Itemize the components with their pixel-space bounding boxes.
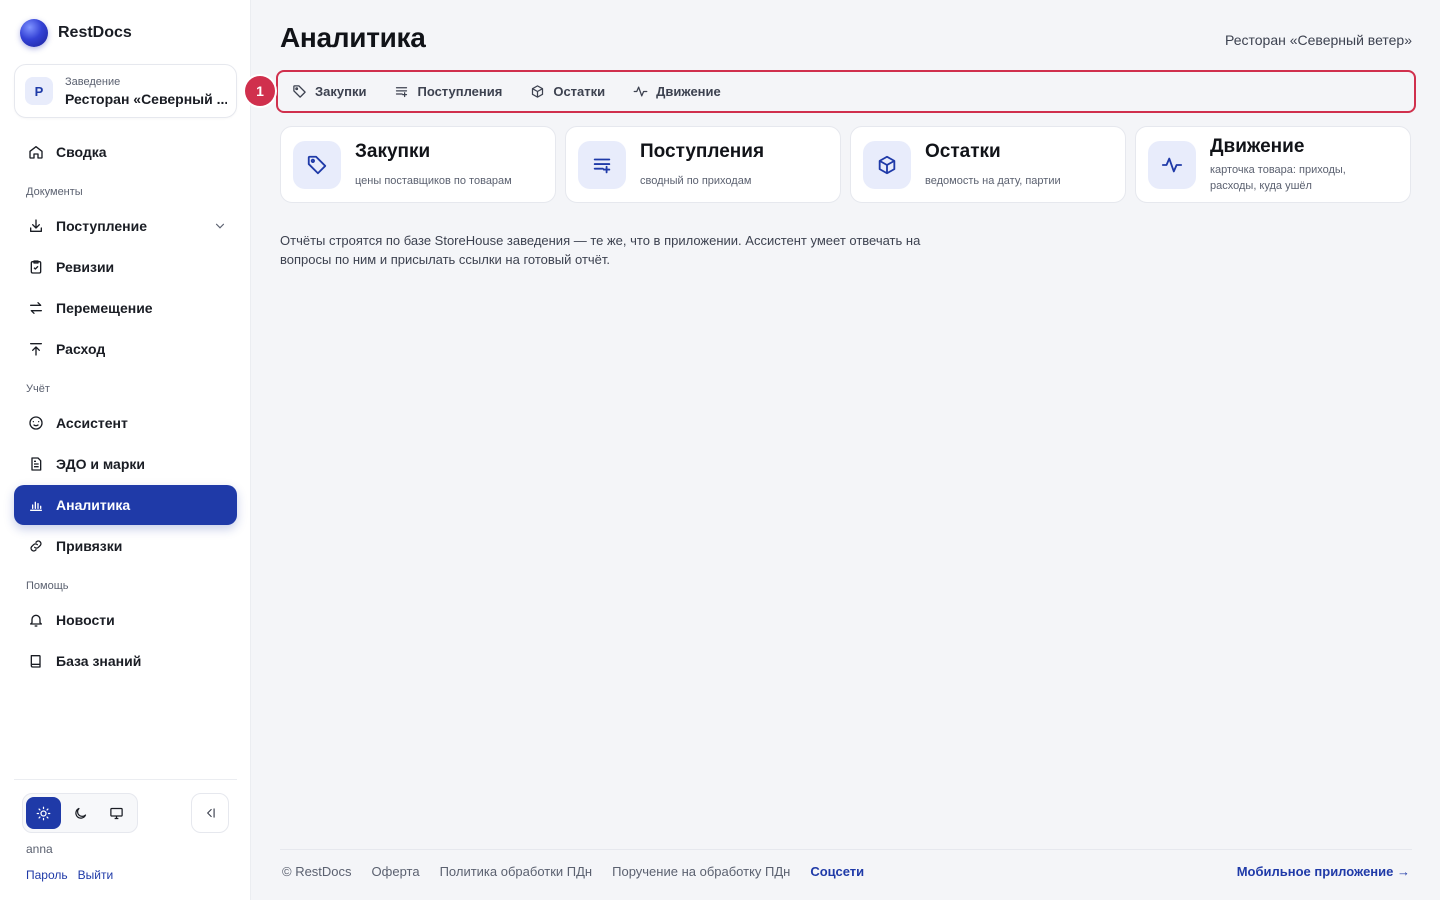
nav-section-accounting: Учёт [26,383,50,395]
tag-icon [307,155,327,174]
sidebar-item-label: Поступление [56,218,148,234]
sidebar-item-analytics[interactable]: Аналитика [14,485,237,525]
sidebar-item-assistant[interactable]: Ассистент [14,403,237,443]
footer-divider [280,849,1412,850]
theme-system-button[interactable] [99,797,134,829]
list-plus-icon [396,86,408,97]
sidebar-divider [14,779,237,780]
footer-link-offer[interactable]: Оферта [372,864,420,879]
brand-logo [20,19,48,47]
tab-label: Закупки [315,83,367,99]
footer-link-processing[interactable]: Поручение на обработку ПДн [612,864,790,879]
venue-selector[interactable]: Р Заведение Ресторан «Северный ... [14,64,237,118]
report-card-movement[interactable]: Движение карточка товара: приходы, расхо… [1135,126,1411,203]
chevron-down-icon[interactable] [213,219,227,233]
tab-balances[interactable]: Остатки [530,84,605,99]
theme-light-button[interactable] [26,797,61,829]
sidebar-item-transfer[interactable]: Перемещение [14,288,237,328]
collapse-sidebar-button[interactable] [191,793,229,833]
sidebar-item-label: Ассистент [56,415,128,431]
bell-icon [30,614,42,627]
sidebar-item-label: ЭДО и марки [56,456,145,472]
card-subtitle: цены поставщиков по товарам [355,174,512,187]
sidebar-item-label: База знаний [56,653,142,669]
list-plus-icon [593,158,611,173]
tab-label: Поступления [417,83,503,99]
clipboard-check-icon [30,260,42,274]
info-text: Отчёты строятся по базе StoreHouse завед… [280,233,921,267]
sun-icon [36,806,51,820]
box-icon [878,155,896,174]
box-icon [532,84,544,98]
header-venue-name: Ресторан «Северный ветер» [1225,32,1412,48]
activity-icon [1161,157,1183,172]
report-card-purchases[interactable]: Закупки цены поставщиков по товарам [280,126,556,203]
sidebar: RestDocs Р Заведение Ресторан «Северный … [0,0,251,900]
tab-label: Остатки [553,83,606,99]
sidebar-item-label: Новости [56,612,115,628]
tab-receipts[interactable]: Поступления [394,84,502,99]
activity-icon [633,86,648,96]
theme-switcher [22,793,138,833]
username: anna [26,842,53,856]
tab-movement[interactable]: Движение [633,84,721,99]
card-title: Остатки [925,140,1001,162]
tab-label: Движение [656,83,721,99]
download-icon [30,219,42,232]
card-title: Движение [1210,135,1305,157]
venue-label: Заведение [65,75,121,88]
card-title: Поступления [640,140,765,162]
tab-purchases[interactable]: Закупки [292,84,366,99]
document-icon [31,457,42,471]
transfer-arrows-icon [30,302,42,314]
sidebar-item-knowledge-base[interactable]: База знаний [14,641,237,681]
card-subtitle: сводный по приходам [640,174,752,187]
analytics-tabs: Закупки Поступления Остатки Движение [292,80,721,102]
link-icon [30,540,42,552]
sidebar-item-news[interactable]: Новости [14,600,237,640]
card-title: Закупки [355,140,431,162]
sidebar-item-receipt[interactable]: Поступление [14,206,237,246]
book-icon [30,655,41,668]
nav-section-documents: Документы [26,186,83,198]
sidebar-item-label: Привязки [56,538,123,554]
footer-link-social[interactable]: Соцсети [810,864,864,879]
monitor-icon [110,807,123,819]
password-link[interactable]: Пароль [26,868,68,882]
bar-chart-icon [30,501,42,511]
venue-name: Ресторан «Северный ... [65,90,227,107]
sidebar-item-label: Аналитика [56,497,131,513]
brand[interactable]: RestDocs [20,19,132,47]
moon-icon [74,807,86,819]
sidebar-item-expense[interactable]: Расход [14,329,237,369]
sidebar-item-label: Ревизии [56,259,115,275]
mobile-app-link[interactable]: Мобильное приложение → [1237,864,1410,879]
brand-name: RestDocs [58,24,132,41]
footer: © RestDocs Оферта Политика обработки ПДн… [282,864,864,879]
collapse-left-icon [207,808,215,818]
upload-icon [30,343,42,356]
report-card-balances[interactable]: Остатки ведомость на дату, партии [850,126,1126,203]
page-title: Аналитика [280,22,426,53]
sidebar-item-label: Расход [56,341,106,357]
assistant-icon [29,416,43,430]
venue-avatar: Р [25,77,53,105]
card-subtitle: карточка товара: приходы, расходы, куда … [1210,163,1346,192]
nav-section-help: Помощь [26,580,69,592]
report-card-receipts[interactable]: Поступления сводный по приходам [565,126,841,203]
footer-copyright: © RestDocs [282,864,352,879]
sidebar-item-links[interactable]: Привязки [14,526,237,566]
sidebar-item-summary[interactable]: Сводка [14,132,237,172]
theme-dark-button[interactable] [63,797,98,829]
annotation-marker: 1 [245,76,275,106]
card-subtitle: ведомость на дату, партии [925,174,1061,187]
sidebar-item-label: Перемещение [56,300,153,316]
tag-icon [293,84,306,98]
home-icon [29,146,43,159]
sidebar-item-revisions[interactable]: Ревизии [14,247,237,287]
logout-link[interactable]: Выйти [78,868,114,882]
footer-link-privacy[interactable]: Политика обработки ПДн [440,864,593,879]
sidebar-item-label: Сводка [56,144,107,160]
sidebar-item-edo[interactable]: ЭДО и марки [14,444,237,484]
